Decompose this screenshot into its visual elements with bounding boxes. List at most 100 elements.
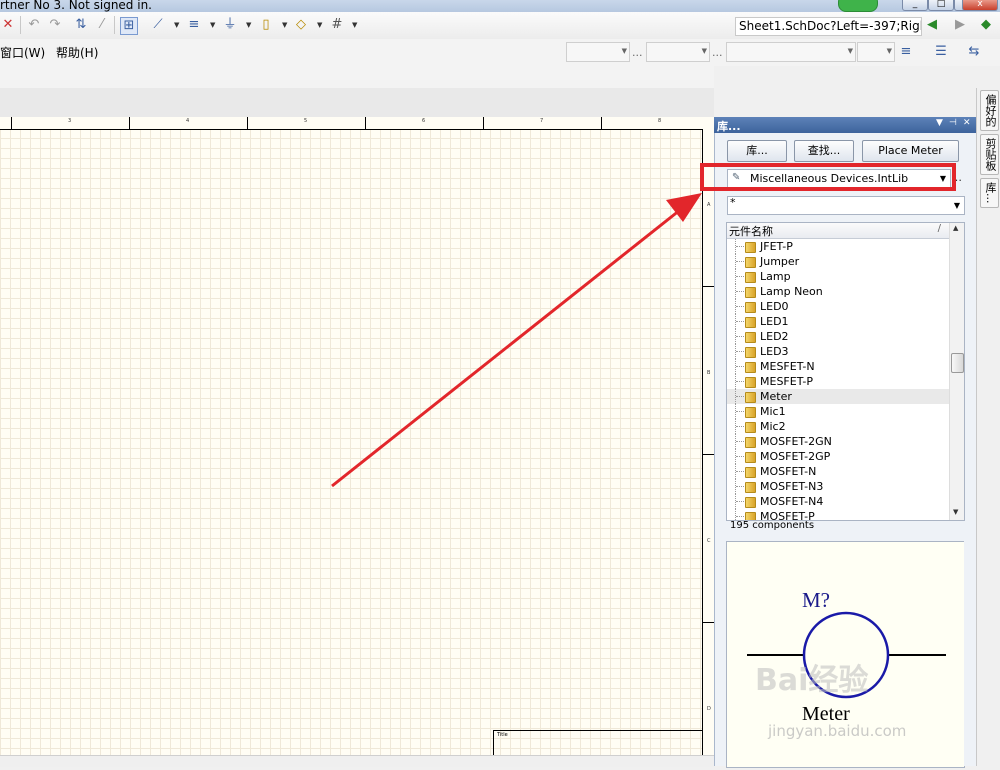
wand-icon[interactable]: ⁄ [94, 17, 110, 33]
list-item-label: MOSFET-N4 [760, 495, 824, 508]
tree-line [735, 494, 745, 509]
filter-combo-1[interactable]: ▼ [566, 42, 630, 62]
toolbar-divider [114, 16, 115, 34]
chevron-down-icon[interactable]: ▼ [282, 21, 287, 29]
scroll-up-icon[interactable]: ▲ [953, 224, 958, 232]
maximize-button[interactable]: □ [928, 0, 954, 11]
watermark-logo: Bai经验 [755, 663, 869, 698]
chevron-down-icon[interactable]: ▼ [246, 21, 251, 29]
port-icon[interactable]: ▯ [258, 17, 274, 33]
ruler-tick [365, 117, 366, 129]
component-icon [745, 422, 756, 433]
chevron-down-icon[interactable]: ▼ [210, 21, 215, 29]
distribute-icon[interactable]: ☰ [933, 44, 949, 60]
minimize-button[interactable]: _ [902, 0, 928, 11]
part-icon[interactable]: ◇ [293, 17, 309, 33]
list-item[interactable]: Mic1 [727, 404, 949, 419]
list-item-label: Lamp Neon [760, 285, 823, 298]
tab-favorites[interactable]: 偏好的 [980, 90, 999, 131]
tab-libraries[interactable]: 库... [980, 178, 999, 208]
list-item[interactable]: MOSFET-P [727, 509, 949, 520]
tree-line [735, 434, 745, 449]
component-list-header[interactable]: 元件名称 / [727, 223, 949, 239]
ground-icon[interactable]: ⏚ [222, 17, 238, 33]
component-icon [745, 362, 756, 373]
component-filter-input[interactable]: * ▼ [727, 196, 965, 215]
component-list[interactable]: 元件名称 / JFET-P Jumper Lamp Lamp Neon LED0 LED1… [726, 222, 965, 521]
ruler-tick [483, 117, 484, 129]
forward-icon[interactable]: ▶ [952, 17, 968, 33]
list-item-label: MESFET-N [760, 360, 815, 373]
close-button[interactable]: x [962, 0, 998, 11]
chevron-down-icon: ▼ [953, 201, 960, 210]
component-icon [745, 482, 756, 493]
column-header-component-name[interactable]: 元件名称 [729, 223, 773, 239]
filter-combo-3[interactable]: ▼ [726, 42, 856, 62]
place-component-button[interactable]: Place Meter [862, 140, 959, 162]
list-item[interactable]: MOSFET-2GN [727, 434, 949, 449]
pin-icon[interactable]: ⊣ [949, 118, 957, 128]
undo-icon[interactable]: ↶ [26, 17, 42, 33]
component-icon [745, 272, 756, 283]
list-item[interactable]: Jumper [727, 254, 949, 269]
list-item[interactable]: MOSFET-N [727, 464, 949, 479]
wire-icon[interactable]: ⟋ [150, 17, 166, 33]
list-item[interactable]: Lamp Neon [727, 284, 949, 299]
redo-icon[interactable]: ↷ [47, 17, 63, 33]
arrange-icon[interactable]: ⇆ [966, 44, 982, 60]
chevron-down-icon[interactable]: ▼ [174, 21, 179, 29]
navigation-path-field[interactable]: Sheet1.SchDoc?Left=-397;Right [735, 17, 922, 36]
bus-icon[interactable]: ≡ [186, 17, 202, 33]
zoom-fit-icon[interactable]: ⊞ [120, 17, 138, 35]
list-item[interactable]: LED2 [727, 329, 949, 344]
ruler-tick [129, 117, 130, 129]
component-list-scrollbar[interactable]: ▲ ▼ [949, 223, 964, 520]
list-item[interactable]: Meter [727, 389, 949, 404]
list-item[interactable]: MOSFET-N3 [727, 479, 949, 494]
column-label: 3 [68, 118, 72, 124]
panel-scrollbar[interactable] [964, 541, 976, 766]
menu-window[interactable]: 窗口(W) [0, 44, 45, 61]
tab-clipboard[interactable]: 剪贴板 [980, 134, 999, 175]
grid-icon[interactable]: # [329, 17, 345, 33]
search-button[interactable]: 查找... [794, 140, 854, 162]
list-item[interactable]: Lamp [727, 269, 949, 284]
menu-help[interactable]: 帮助(H) [56, 44, 98, 61]
list-item[interactable]: MESFET-N [727, 359, 949, 374]
horizontal-scrollbar[interactable] [0, 755, 714, 767]
chevron-down-icon[interactable]: ▼ [352, 21, 357, 29]
list-item[interactable]: JFET-P [727, 239, 949, 254]
close-icon[interactable]: ✕ [963, 118, 971, 128]
libraries-button[interactable]: 库... [727, 140, 787, 162]
filter-combo-4[interactable]: ▼ [857, 42, 895, 62]
sign-in-badge[interactable] [838, 0, 878, 12]
list-item[interactable]: MOSFET-2GP [727, 449, 949, 464]
list-item-label: Jumper [760, 255, 800, 268]
list-item-label: Mic2 [760, 420, 786, 433]
list-item-label: Lamp [760, 270, 791, 283]
panel-menu-icon[interactable]: ▼ [936, 118, 943, 128]
filter-combo-2[interactable]: ▼ [646, 42, 710, 62]
list-item[interactable]: Mic2 [727, 419, 949, 434]
column-label: 8 [658, 118, 662, 124]
scroll-down-icon[interactable]: ▼ [953, 508, 958, 516]
list-item[interactable]: MESFET-P [727, 374, 949, 389]
home-icon[interactable]: ◆ [978, 17, 994, 33]
align-icon[interactable]: ≡ [898, 44, 914, 60]
chevron-down-icon[interactable]: ▼ [317, 21, 322, 29]
list-item[interactable]: LED1 [727, 314, 949, 329]
tree-line [735, 374, 745, 389]
tree-line [735, 449, 745, 464]
sort-icon[interactable]: ⇅ [73, 17, 89, 33]
sheet-inner-border [0, 129, 703, 766]
scrollbar-thumb[interactable] [951, 353, 964, 373]
list-item[interactable]: MOSFET-N4 [727, 494, 949, 509]
list-item-label: MESFET-P [760, 375, 814, 388]
cross-icon[interactable]: ✕ [0, 17, 16, 33]
meter-designator: M? [802, 588, 830, 612]
tree-line [735, 284, 745, 299]
list-item[interactable]: LED0 [727, 299, 949, 314]
list-item[interactable]: LED3 [727, 344, 949, 359]
tree-line [735, 344, 745, 359]
back-icon[interactable]: ◀ [924, 17, 940, 33]
